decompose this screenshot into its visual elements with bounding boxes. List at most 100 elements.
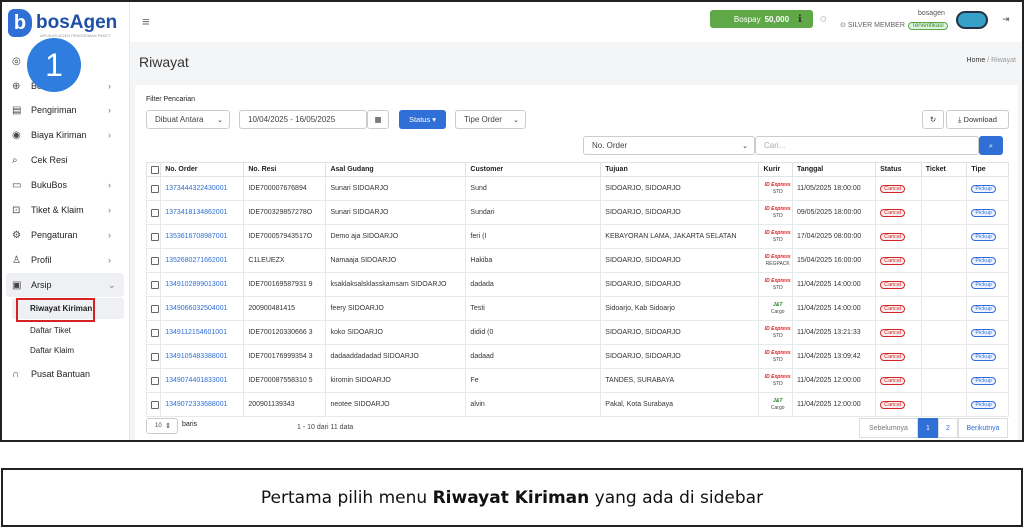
- row-checkbox[interactable]: [145, 272, 162, 297]
- order-link[interactable]: 1349072333688001: [160, 392, 245, 417]
- table-row[interactable]: 1349102899013001 IDE700169587931 9 ksaklak…: [145, 272, 1009, 297]
- order-link[interactable]: 1373444322430001: [160, 176, 245, 201]
- tipe-badge: Pickup: [971, 400, 996, 409]
- search-input[interactable]: Cari...: [755, 136, 979, 155]
- page-size-label: baris: [182, 421, 198, 428]
- customer-cell: didid (0: [465, 320, 602, 345]
- sidebar-item-pengiriman[interactable]: ▤ Pengiriman ›: [2, 98, 130, 122]
- table-row[interactable]: 1349066032504001 200900481415 feery SIDOAR…: [145, 296, 1009, 321]
- chevron-right-icon: ›: [108, 205, 111, 215]
- table-row[interactable]: 1352680271662001 C1LEUEZX Namaaja SIDOARJO…: [145, 248, 1009, 273]
- ticket-icon: ⊡: [12, 204, 21, 216]
- sidebar-item-tiket-klaim[interactable]: ⊡ Tiket & Klaim ›: [2, 198, 130, 222]
- column-header[interactable]: Status: [875, 162, 922, 177]
- table-row[interactable]: 1349072333688001 200901139343 neotee SIDOA…: [145, 392, 1009, 417]
- table-row[interactable]: 1349074401833001 IDE700087558310 5 kiromin…: [145, 368, 1009, 393]
- checkbox-icon: [151, 256, 159, 265]
- column-header[interactable]: Asal Gudang: [325, 162, 467, 177]
- brand-logo[interactable]: b bosAgen APLIKASI AGEN PENGIRIMAN PAKET: [8, 8, 117, 38]
- row-checkbox[interactable]: [145, 176, 162, 201]
- order-link[interactable]: 1349102899013001: [160, 272, 245, 297]
- prev-page-button[interactable]: Sebelumnya: [859, 418, 918, 438]
- row-checkbox[interactable]: [145, 248, 162, 273]
- next-page-button[interactable]: Berikutnya: [958, 418, 1008, 438]
- column-header[interactable]: Customer: [465, 162, 602, 177]
- column-header[interactable]: Kurir: [758, 162, 793, 177]
- calendar-icon[interactable]: ▦: [367, 110, 389, 129]
- bell-icon[interactable]: ◌: [820, 13, 827, 25]
- row-checkbox[interactable]: [145, 320, 162, 345]
- row-checkbox[interactable]: [145, 224, 162, 249]
- table-row[interactable]: 1373418134862001 IDE700329857278O Sunari S…: [145, 200, 1009, 225]
- sidebar-subitem-daftar-klaim[interactable]: Daftar Klaim: [30, 346, 74, 355]
- resi-cell: IDE700057943517O: [243, 224, 327, 249]
- sidebar-item-biaya-kiriman[interactable]: ◉ Biaya Kiriman ›: [2, 123, 130, 147]
- tipe-badge: Pickup: [971, 304, 996, 313]
- sidebar-item-profil[interactable]: ♙ Profil ›: [2, 248, 130, 272]
- breadcrumb-home[interactable]: Home: [967, 57, 986, 64]
- info-icon[interactable]: ℹ: [798, 14, 802, 25]
- courier-name: ID Express: [764, 205, 791, 212]
- order-link[interactable]: 1353616708987001: [160, 224, 245, 249]
- column-header[interactable]: Tipe: [966, 162, 1009, 177]
- page-2-button[interactable]: 2: [938, 418, 958, 438]
- sidebar-subitem-daftar-tiket[interactable]: Daftar Tiket: [30, 326, 71, 335]
- sidebar-item-arsip[interactable]: ▣ Arsip ⌄: [6, 273, 124, 297]
- courier-name: ID Express: [764, 349, 791, 356]
- status-badge: Cancel: [880, 184, 906, 193]
- row-checkbox[interactable]: [145, 296, 162, 321]
- sidebar-item-cek-resi[interactable]: ⌕ Cek Resi: [2, 148, 130, 172]
- order-link[interactable]: 1349074401833001: [160, 368, 245, 393]
- checkbox-icon: [151, 400, 159, 409]
- column-header[interactable]: Tujuan: [600, 162, 760, 177]
- column-header[interactable]: Ticket: [920, 162, 968, 177]
- order-link[interactable]: 1349105483388001: [160, 344, 245, 369]
- avatar[interactable]: [956, 11, 988, 29]
- headset-icon: ∩: [12, 368, 20, 380]
- select-all-checkbox[interactable]: [145, 162, 162, 177]
- instruction-caption: Pertama pilih menu Riwayat Kiriman yang …: [1, 468, 1023, 527]
- search-button[interactable]: ⌕: [979, 136, 1003, 155]
- tipe-order-select[interactable]: Tipe Order ⌄: [455, 110, 526, 129]
- sidebar-item-bukubos[interactable]: ▭ BukuBos ›: [2, 173, 130, 197]
- order-link[interactable]: 1373418134862001: [160, 200, 245, 225]
- breadcrumb: Home / Riwayat: [966, 57, 1016, 64]
- date-range-input[interactable]: 10/04/2025 - 16/05/2025: [239, 110, 367, 129]
- chevron-right-icon: ›: [108, 81, 111, 91]
- download-button[interactable]: ⤓ Download: [946, 110, 1009, 129]
- table-row[interactable]: 1349105483388001 IDE700176999354 3 dadaadd…: [145, 344, 1009, 369]
- table-row[interactable]: 1349112154601001 IDE700120330666 3 koko SI…: [145, 320, 1009, 345]
- logout-icon[interactable]: ⇥: [1002, 14, 1010, 25]
- search-field-select[interactable]: No. Order ⌄: [583, 136, 755, 155]
- table-row[interactable]: 1353616708987001 IDE700057943517O Demo aja…: [145, 224, 1009, 249]
- row-checkbox[interactable]: [145, 200, 162, 225]
- row-checkbox[interactable]: [145, 344, 162, 369]
- order-link[interactable]: 1349066032504001: [160, 296, 245, 321]
- row-checkbox[interactable]: [145, 368, 162, 393]
- courier-name: J&T: [772, 397, 783, 404]
- filter-title: Filter Pencarian: [146, 96, 196, 103]
- table-row[interactable]: 1373444322430001 IDE700007676894 Sunari SI…: [145, 176, 1009, 201]
- column-header[interactable]: Tanggal: [791, 162, 877, 177]
- refresh-icon[interactable]: ↻: [922, 110, 944, 129]
- page-size-select[interactable]: 10 ⇕: [146, 418, 178, 434]
- page-1-button[interactable]: 1: [918, 418, 938, 438]
- date-type-select[interactable]: Dibuat Antara ⌄: [146, 110, 230, 129]
- customer-cell: dadaad: [465, 344, 602, 369]
- customer-cell: Hakiba: [465, 248, 602, 273]
- ticket-cell: [920, 344, 968, 369]
- checkbox-icon: [151, 328, 159, 337]
- column-header[interactable]: No. Resi: [243, 162, 327, 177]
- status-dropdown-button[interactable]: Status ▾: [399, 110, 446, 129]
- sidebar-item-pusat-bantuan[interactable]: ∩ Pusat Bantuan: [2, 362, 130, 386]
- row-checkbox[interactable]: [145, 392, 162, 417]
- hamburger-menu-icon[interactable]: ≡: [142, 14, 150, 29]
- courier-logo: ID Express STD: [763, 374, 791, 388]
- sidebar-item-pengaturan[interactable]: ⚙ Pengaturan ›: [2, 223, 130, 247]
- column-header[interactable]: No. Order: [160, 162, 245, 177]
- tipe-badge: Pickup: [971, 328, 996, 337]
- order-link[interactable]: 1349112154601001: [160, 320, 245, 345]
- order-link[interactable]: 1352680271662001: [160, 248, 245, 273]
- highlight-annotation: [16, 298, 95, 322]
- customer-cell: Fe: [465, 368, 602, 393]
